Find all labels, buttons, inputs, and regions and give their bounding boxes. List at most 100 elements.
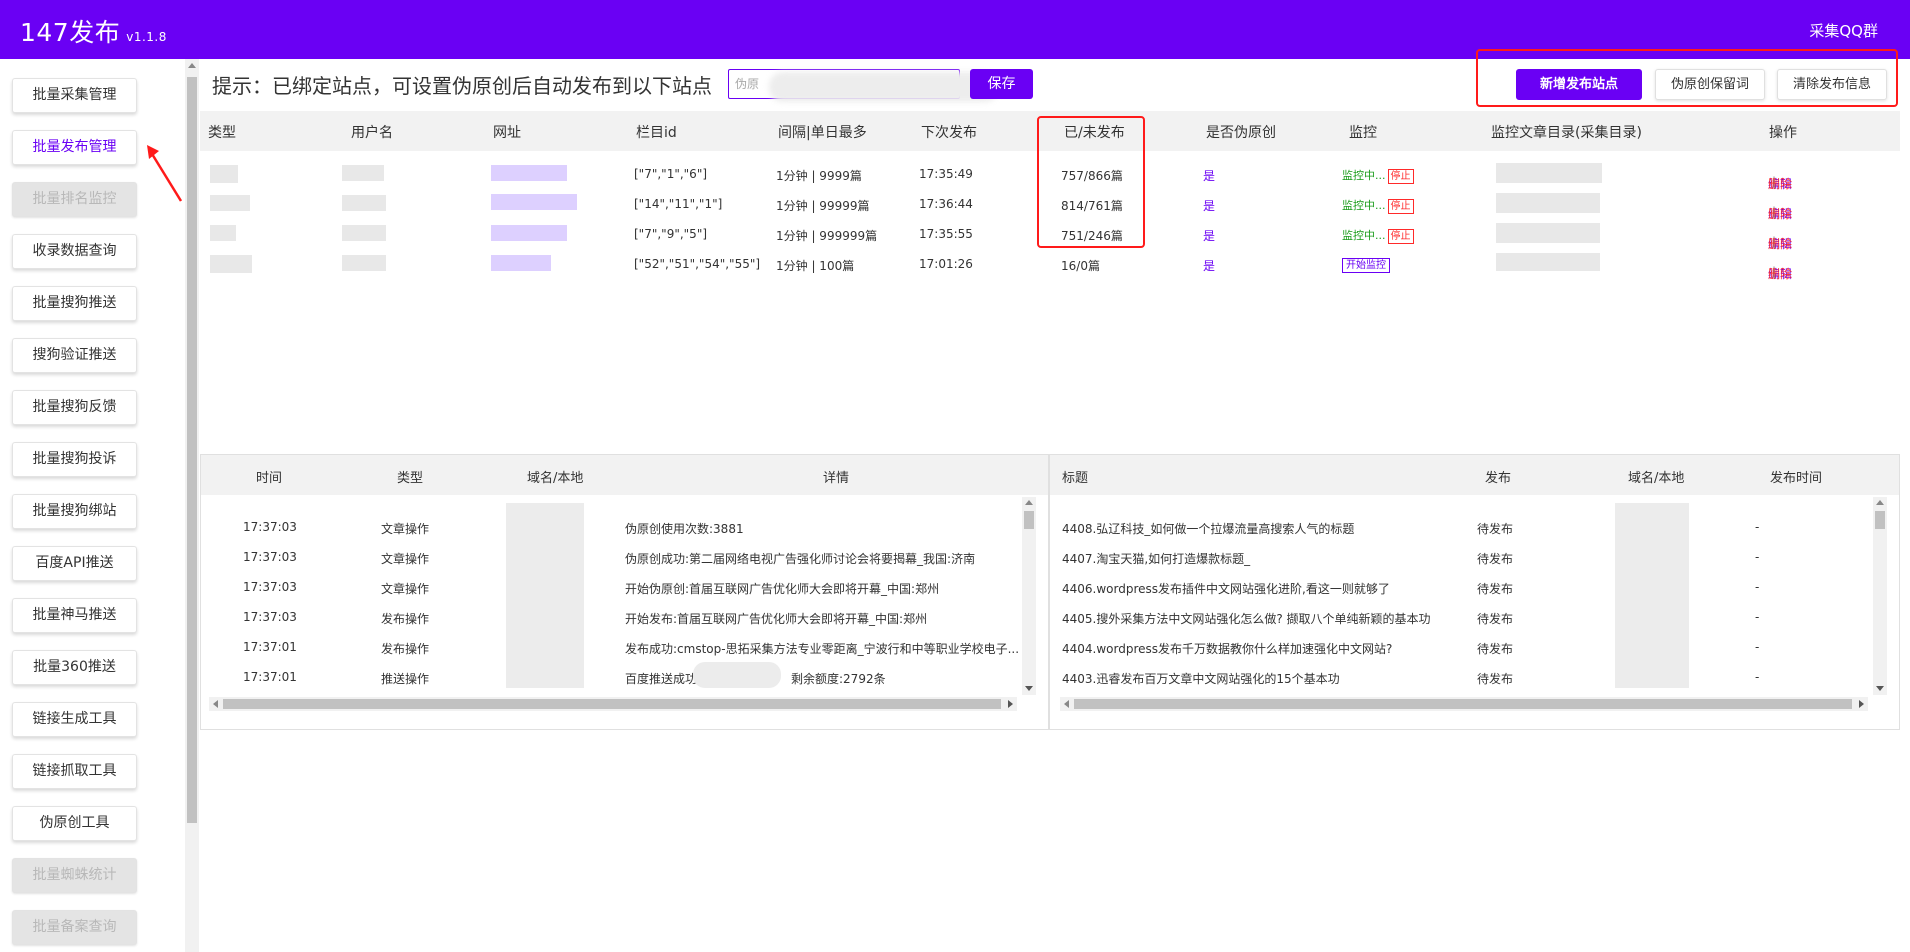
stop-monitor-button[interactable]: 停止	[1387, 169, 1414, 184]
scroll-down-arrow-icon[interactable]	[1876, 686, 1884, 691]
pseudo-flag: 是	[1203, 199, 1216, 213]
sidebar-item-link-crawler[interactable]: 链接抓取工具	[12, 754, 137, 789]
monitor-status: 监控中... 停止	[1342, 197, 1414, 214]
pub-title[interactable]: 4406.wordpress发布插件中文网站强化进阶,看这一则就够了	[1062, 580, 1390, 597]
blurred-url[interactable]	[491, 225, 567, 241]
save-button[interactable]: 保存	[970, 69, 1033, 99]
pseudo-original-input[interactable]: 伪原	[728, 69, 999, 102]
scroll-down-arrow-icon[interactable]	[1025, 686, 1033, 691]
publish-hscroll-thumb[interactable]	[1074, 699, 1852, 709]
column-id: ["7","9","5"]	[634, 227, 708, 241]
blurred-push-domain	[693, 662, 781, 688]
log-col-time: 时间	[256, 471, 283, 486]
pseudo-flag: 是	[1203, 229, 1216, 243]
log-detail: 发布成功:cmstop-思拓采集方法专业零距离_宁波行和中等职业学校电子...	[625, 642, 1020, 656]
publish-vertical-scrollbar[interactable]	[1873, 497, 1887, 695]
monitor-status: 监控中... 停止	[1342, 167, 1414, 184]
hint-text: 提示：已绑定站点，可设置伪原创后自动发布到以下站点	[212, 74, 712, 98]
pub-title[interactable]: 4404.wordpress发布千万数据教你什么样加速强化中文网站?	[1062, 640, 1392, 657]
monitor-running: 监控中...	[1342, 229, 1386, 242]
scroll-up-arrow-icon[interactable]	[1876, 500, 1884, 505]
list-item: 17:37:01 推送操作 百度推送成功 剩余额度:2792条	[201, 662, 1048, 692]
sidebar-item-sogou-push[interactable]: 批量搜狗推送	[12, 286, 137, 321]
sidebar-item-batch-publish[interactable]: 批量发布管理	[12, 130, 137, 165]
highlight-box-published	[1037, 116, 1145, 248]
interval: 1分钟 | 100篇	[776, 259, 855, 273]
sidebar-item-sogou-verify-push[interactable]: 搜狗验证推送	[12, 338, 137, 373]
publish-scroll-thumb[interactable]	[1875, 511, 1885, 529]
sidebar-item-link-generator[interactable]: 链接生成工具	[12, 702, 137, 737]
sidebar-scroll-thumb[interactable]	[187, 77, 197, 823]
col-column-id: 栏目id	[636, 125, 677, 141]
delete-link[interactable]: 删除	[1768, 265, 1792, 282]
log-type: 文章操作	[381, 522, 430, 536]
pseudo-keep-words-button[interactable]: 伪原创保留词	[1655, 69, 1765, 100]
col-type: 类型	[208, 125, 236, 141]
publish-queue-panel: 标题 发布 域名/本地 发布时间 4408.弘辽科技_如何做一个拉爆流量高搜索人…	[1049, 454, 1900, 730]
col-monitor: 监控	[1349, 125, 1377, 141]
list-item: 17:37:01 发布操作 发布成功:cmstop-思拓采集方法专业零距离_宁波…	[201, 632, 1048, 662]
scroll-left-arrow-icon[interactable]	[1064, 700, 1069, 708]
interval: 1分钟 | 99999篇	[776, 199, 870, 213]
pub-title[interactable]: 4405.搜外采集方法中文网站强化怎么做? 撷取八个单纯新颖的基本功	[1062, 610, 1431, 627]
pub-title[interactable]: 4408.弘辽科技_如何做一个拉爆流量高搜索人气的标题	[1062, 520, 1354, 537]
log-hscroll-thumb[interactable]	[223, 699, 1001, 709]
stop-monitor-button[interactable]: 停止	[1387, 199, 1414, 214]
sidebar-item-sogou-complaint[interactable]: 批量搜狗投诉	[12, 442, 137, 477]
sidebar-item-baidu-api[interactable]: 百度API推送	[12, 546, 137, 581]
log-scroll-thumb[interactable]	[1024, 511, 1034, 529]
log-time: 17:37:01	[243, 670, 297, 684]
next-publish: 17:35:55	[919, 227, 973, 241]
col-username: 用户名	[351, 125, 393, 141]
blurred-url[interactable]	[491, 194, 577, 210]
pseudo-original-placeholder: 伪原	[735, 77, 760, 91]
blurred-url[interactable]	[491, 165, 567, 181]
sidebar-item-index-query[interactable]: 收录数据查询	[12, 234, 137, 269]
clear-publish-info-button[interactable]: 清除发布信息	[1777, 69, 1887, 100]
list-item: 17:37:03 发布操作 开始发布:首届互联网广告优化师大会即将开幕_中国:郑…	[201, 602, 1048, 632]
blurred-username	[342, 195, 386, 211]
publish-horizontal-scrollbar[interactable]	[1060, 697, 1868, 711]
sidebar-item-shenma-push[interactable]: 批量神马推送	[12, 598, 137, 633]
list-item: 17:37:03 文章操作 开始伪原创:首届互联网广告优化师大会即将开幕_中国:…	[201, 572, 1048, 602]
sidebar-item-sogou-feedback[interactable]: 批量搜狗反馈	[12, 390, 137, 425]
log-time: 17:37:03	[243, 520, 297, 534]
monitor-status: 开始监控	[1342, 257, 1390, 273]
sidebar-item-spider-stats: 批量蜘蛛统计	[12, 858, 137, 893]
operation-log-panel: 时间 类型 域名/本地 详情 17:37:03 文章操作 伪原创使用次数:388…	[200, 454, 1049, 730]
list-item: 4408.弘辽科技_如何做一个拉爆流量高搜索人气的标题 待发布 -	[1050, 512, 1899, 542]
stop-monitor-button[interactable]: 停止	[1387, 229, 1414, 244]
scroll-left-arrow-icon[interactable]	[213, 700, 218, 708]
sidebar-item-batch-collect[interactable]: 批量采集管理	[12, 78, 137, 113]
log-type: 推送操作	[381, 672, 430, 686]
log-type: 文章操作	[381, 552, 430, 566]
pub-title[interactable]: 4403.迅睿发布百万文章中文网站强化的15个基本功	[1062, 670, 1340, 687]
scroll-right-arrow-icon[interactable]	[1859, 700, 1864, 708]
sidebar-item-360-push[interactable]: 批量360推送	[12, 650, 137, 685]
sidebar-scrollbar[interactable]	[185, 59, 199, 952]
pub-title[interactable]: 4407.淘宝天猫,如何打造爆款标题_	[1062, 550, 1250, 567]
log-time: 17:37:03	[243, 610, 297, 624]
pub-time: -	[1755, 580, 1760, 594]
scroll-right-arrow-icon[interactable]	[1008, 700, 1013, 708]
scroll-up-arrow-icon[interactable]	[1025, 500, 1033, 505]
log-vertical-scrollbar[interactable]	[1022, 497, 1036, 695]
log-horizontal-scrollbar[interactable]	[209, 697, 1017, 711]
sidebar-item-pseudo-original[interactable]: 伪原创工具	[12, 806, 137, 841]
blurred-url[interactable]	[491, 255, 551, 271]
qq-group-link[interactable]: 采集QQ群	[1809, 20, 1878, 41]
log-col-domain: 域名/本地	[527, 471, 584, 486]
add-publish-site-button[interactable]: 新增发布站点	[1516, 69, 1642, 100]
list-item: 17:37:03 文章操作 伪原创使用次数:3881	[201, 512, 1048, 542]
start-monitor-button[interactable]: 开始监控	[1342, 258, 1390, 273]
pub-col-title: 标题	[1062, 471, 1089, 486]
monitor-running: 监控中...	[1342, 169, 1386, 182]
pub-time: -	[1755, 670, 1760, 684]
pseudo-flag: 是	[1203, 259, 1216, 273]
column-id: ["52","51","54","55"]	[634, 257, 761, 271]
monitor-status: 监控中... 停止	[1342, 227, 1414, 244]
pseudo-flag: 是	[1203, 169, 1216, 183]
sidebar-item-sogou-bind[interactable]: 批量搜狗绑站	[12, 494, 137, 529]
scroll-up-arrow-icon[interactable]	[188, 63, 196, 68]
blurred-monitor-dir	[1496, 223, 1600, 243]
